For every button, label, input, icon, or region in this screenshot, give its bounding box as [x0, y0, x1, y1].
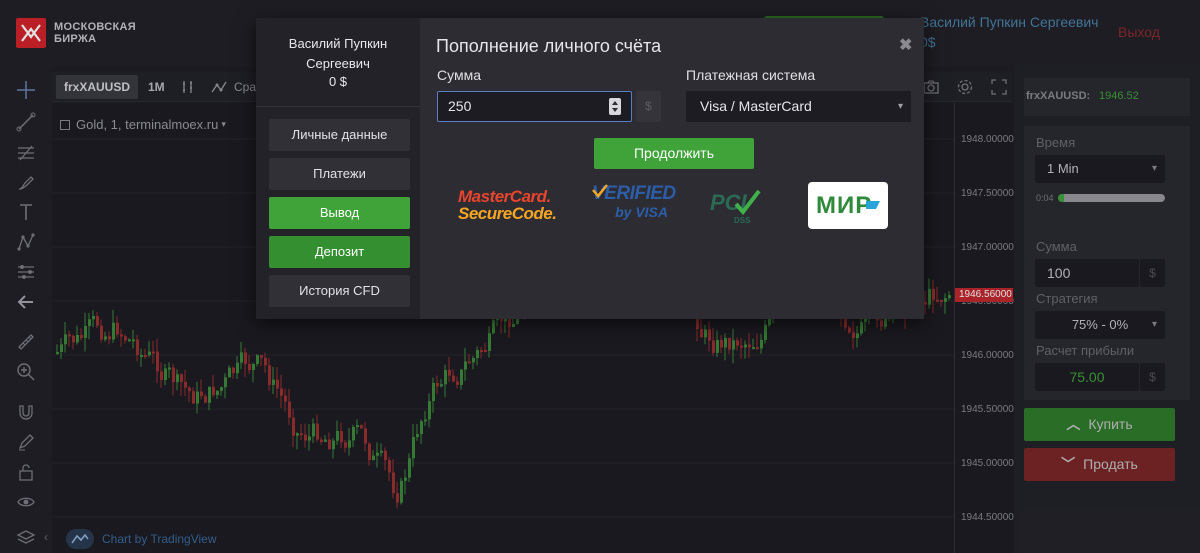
sidebar-divider — [256, 106, 420, 107]
mir-logo-text: МИР — [816, 192, 873, 219]
menu-cfd-history[interactable]: История CFD — [269, 275, 410, 307]
payment-system-select[interactable]: Visa / MasterCard ▾ — [686, 91, 911, 122]
deposit-amount-input[interactable]: 250 — [437, 91, 632, 122]
visa-check-icon — [592, 184, 608, 198]
payment-system-value: Visa / MasterCard — [700, 98, 812, 114]
menu-personal-data[interactable]: Личные данные — [269, 119, 410, 151]
deposit-modal: Василий Пупкин Сергеевич 0 $ Личные данн… — [256, 18, 924, 319]
modal-title: Пополнение личного счёта — [436, 36, 662, 56]
mir-logo-swoosh — [866, 201, 880, 209]
pci-check-icon — [734, 189, 761, 216]
pci-dss-text: DSS — [734, 216, 751, 225]
menu-withdraw[interactable]: Вывод — [269, 197, 410, 229]
menu-deposit[interactable]: Депозит — [269, 236, 410, 268]
continue-button[interactable]: Продолжить — [594, 138, 754, 169]
visa-logo-line2: by VISA — [615, 204, 668, 220]
menu-payments[interactable]: Платежи — [269, 158, 410, 190]
amount-stepper[interactable] — [609, 98, 621, 115]
mastercard-securecode-logo: MasterCard. SecureCode. — [458, 187, 557, 223]
account-sidebar: Василий Пупкин Сергеевич 0 $ Личные данн… — [256, 18, 420, 319]
pci-dss-logo: PCI DSS — [708, 184, 768, 230]
mc-logo-line1: MasterCard. — [458, 187, 551, 206]
mc-logo-line2: SecureCode. — [458, 204, 557, 223]
sum-label: Сумма — [437, 67, 481, 83]
account-balance: 0 $ — [328, 74, 348, 89]
deposit-currency: $ — [636, 91, 661, 122]
mir-logo: МИР — [808, 182, 888, 229]
payment-system-label: Платежная система — [686, 67, 816, 83]
account-user-name: Василий Пупкин Сергеевич — [288, 36, 388, 71]
chevron-down-icon: ▾ — [897, 101, 903, 112]
verified-by-visa-logo: VERIFIED by VISA — [592, 184, 682, 221]
app-root: МОСКОВСКАЯ БИРЖА Василий Пупкин Сергееви… — [0, 0, 1200, 553]
close-icon[interactable]: ✖ — [899, 35, 912, 55]
